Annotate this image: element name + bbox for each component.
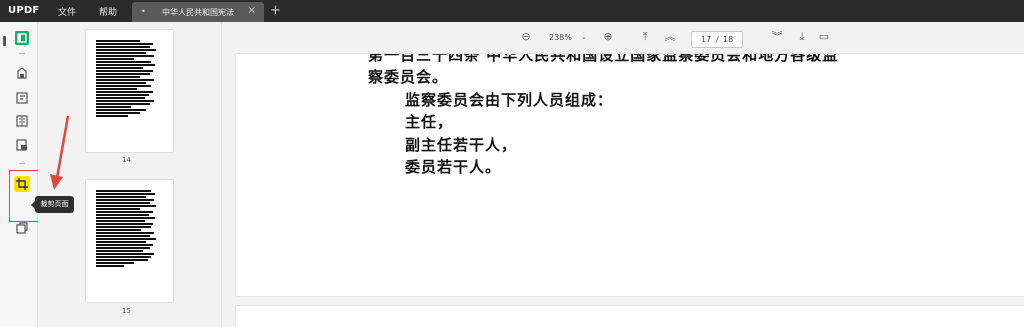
reader-icon[interactable] xyxy=(15,31,29,45)
new-tab-icon[interactable]: + xyxy=(270,3,281,18)
total-pages: 18 xyxy=(723,35,734,44)
document-line: 监察委员会由下列人员组成： xyxy=(405,91,614,109)
document-page: 第一百三十四条 中华人民共和国设立国家监察委员会和地方各级监 察委员会。 监察委… xyxy=(236,54,1024,296)
next-page-icon[interactable]: ︾ xyxy=(771,31,783,43)
edit-icon[interactable] xyxy=(15,66,29,80)
document-line: 副主任若干人， xyxy=(405,136,518,154)
menu-help[interactable]: 帮助 xyxy=(99,5,117,18)
document-line: 主任， xyxy=(405,113,454,131)
last-page-icon[interactable]: ⤓ xyxy=(796,31,808,43)
next-document-page xyxy=(236,306,1024,327)
organize-icon[interactable] xyxy=(15,114,29,128)
thumbnail-page-15[interactable] xyxy=(86,180,173,302)
comment-icon[interactable] xyxy=(15,91,29,105)
tab-title: 中华人民共和国宪法 xyxy=(162,8,234,17)
thumbnail-page-number: 14 xyxy=(122,156,131,164)
chevron-down-icon[interactable]: ⌄ xyxy=(581,33,587,41)
tab-close-icon[interactable]: × xyxy=(248,5,256,16)
app-logo: UPDF xyxy=(8,5,40,16)
page-number-field[interactable]: 17 / 18 xyxy=(691,31,743,48)
document-line: 委员若干人。 xyxy=(405,158,502,176)
page-separator: / xyxy=(716,35,719,44)
view-toolbar: ⊖ 238% ⌄ ⊕ ⤒ ︽ ︾ ⤓ ▭ xyxy=(222,22,1024,54)
document-line: 第一百三十四条 中华人民共和国设立国家监察委员会和地方各级监 xyxy=(368,54,839,64)
crop-tooltip: 裁剪页面 xyxy=(31,196,74,213)
thumbnail-page-number: 15 xyxy=(122,307,131,315)
prev-page-icon[interactable]: ︽ xyxy=(664,31,676,43)
zoom-out-icon[interactable]: ⊖ xyxy=(520,31,532,43)
zoom-level[interactable]: 238% xyxy=(549,33,572,42)
annotation-arrow xyxy=(50,115,70,190)
first-page-icon[interactable]: ⤒ xyxy=(639,31,651,43)
rail-divider xyxy=(19,163,25,164)
app-window: UPDF 文件 帮助 • 中华人民共和国宪法 × + 14 15 ⊖ 238% … xyxy=(0,0,1024,327)
convert-icon[interactable] xyxy=(15,138,29,152)
document-tab[interactable]: • 中华人民共和国宪法 × xyxy=(132,2,264,22)
thumbnail-page-14[interactable] xyxy=(86,30,173,152)
comment-view-icon[interactable]: ▭ xyxy=(818,31,830,43)
thumbnail-text xyxy=(96,190,159,268)
zoom-in-icon[interactable]: ⊕ xyxy=(602,31,614,43)
menu-file[interactable]: 文件 xyxy=(58,5,76,18)
crop-icon[interactable] xyxy=(14,176,30,192)
rail-divider xyxy=(19,53,25,54)
document-line: 察委员会。 xyxy=(368,68,449,86)
title-bar: UPDF 文件 帮助 • 中华人民共和国宪法 × + xyxy=(0,0,1024,22)
tool-rail xyxy=(0,22,80,327)
copy-icon[interactable] xyxy=(15,221,29,235)
thumbnail-text xyxy=(96,40,159,118)
collapse-handle[interactable] xyxy=(3,36,6,46)
tab-modified-dot: • xyxy=(141,7,146,16)
current-page: 17 xyxy=(701,35,712,44)
